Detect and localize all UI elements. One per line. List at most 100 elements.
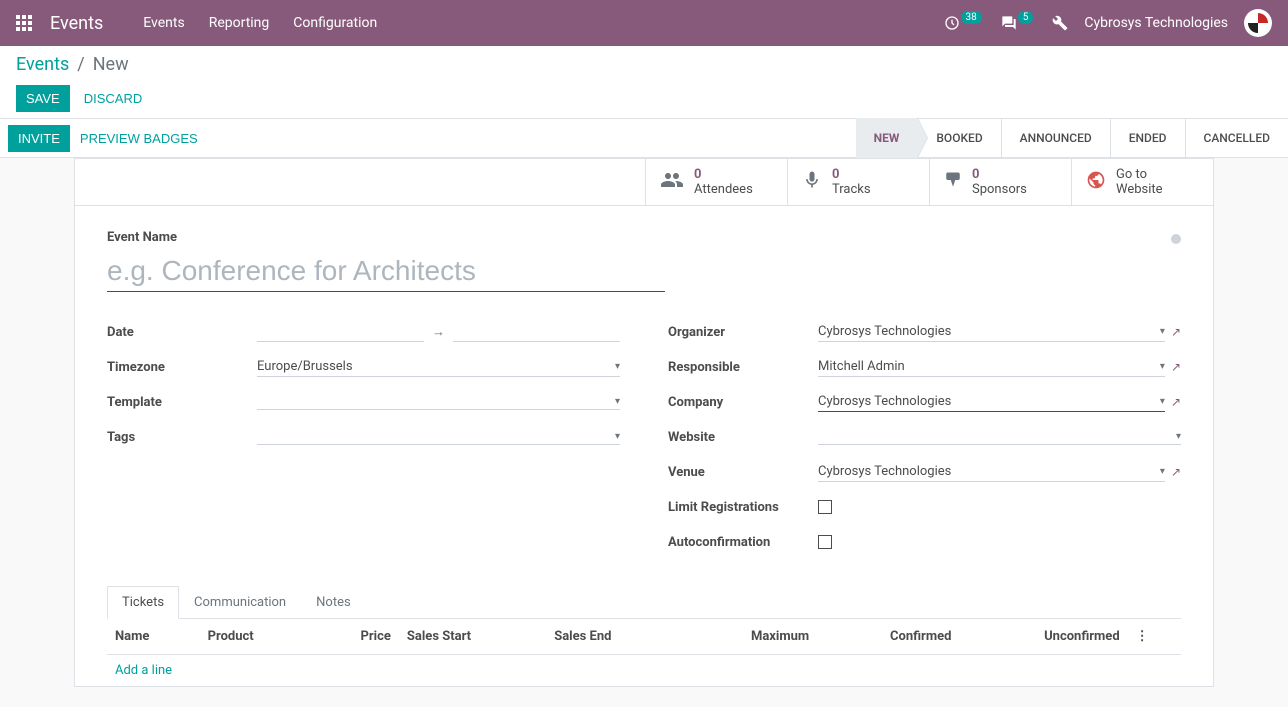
col-name[interactable]: Name bbox=[107, 619, 200, 655]
tab-tickets[interactable]: Tickets bbox=[107, 586, 179, 619]
status-cancelled[interactable]: CANCELLED bbox=[1185, 118, 1288, 158]
add-line-link[interactable]: Add a line bbox=[115, 663, 172, 678]
kanban-state-icon[interactable] bbox=[1171, 234, 1181, 244]
col-product[interactable]: Product bbox=[200, 619, 314, 655]
apps-icon[interactable] bbox=[16, 15, 32, 31]
top-menu: Events Reporting Configuration bbox=[143, 15, 377, 31]
tracks-count: 0 bbox=[832, 167, 871, 182]
tickets-table: Name Product Price Sales Start Sales End… bbox=[107, 619, 1181, 686]
activity-icon[interactable]: 38 bbox=[944, 15, 985, 31]
stat-sponsors[interactable]: 0 Sponsors bbox=[929, 159, 1071, 205]
status-booked[interactable]: BOOKED bbox=[917, 118, 1000, 158]
stat-attendees[interactable]: 0 Attendees bbox=[645, 159, 787, 205]
responsible-external-icon[interactable]: ↗ bbox=[1171, 360, 1181, 374]
timezone-select[interactable]: Europe/Brussels ▾ bbox=[257, 357, 620, 377]
date-label: Date bbox=[107, 325, 257, 340]
venue-select[interactable]: Cybrosys Technologies▾ bbox=[818, 462, 1165, 482]
tracks-icon bbox=[802, 170, 822, 194]
venue-label: Venue bbox=[668, 465, 818, 480]
col-sales-end[interactable]: Sales End bbox=[546, 619, 681, 655]
messages-badge: 5 bbox=[1018, 11, 1034, 24]
tab-notes[interactable]: Notes bbox=[301, 586, 366, 619]
venue-external-icon[interactable]: ↗ bbox=[1171, 465, 1181, 479]
caret-down-icon: ▾ bbox=[1176, 431, 1181, 442]
website-select[interactable]: ▾ bbox=[818, 429, 1181, 445]
status-new[interactable]: NEW bbox=[856, 118, 918, 158]
control-bar: Events / New SAVE DISCARD bbox=[0, 46, 1288, 112]
event-name-input[interactable] bbox=[107, 251, 665, 292]
form-buttons: SAVE DISCARD bbox=[16, 85, 1272, 112]
tracks-label: Tracks bbox=[832, 182, 871, 197]
menu-configuration[interactable]: Configuration bbox=[293, 15, 377, 31]
responsible-select[interactable]: Mitchell Admin ▾ bbox=[818, 357, 1165, 377]
sheet-wrap: 0 Attendees 0 Tracks 0 Spons bbox=[0, 158, 1288, 707]
website-line1: Go to bbox=[1116, 167, 1163, 182]
tab-communication[interactable]: Communication bbox=[179, 586, 301, 619]
venue-value: Cybrosys Technologies bbox=[818, 464, 951, 479]
caret-down-icon: ▾ bbox=[615, 431, 620, 442]
discard-button[interactable]: DISCARD bbox=[74, 85, 153, 112]
caret-down-icon: ▾ bbox=[1160, 361, 1165, 372]
template-select[interactable]: ▾ bbox=[257, 394, 620, 410]
col-confirmed[interactable]: Confirmed bbox=[817, 619, 959, 655]
tags-label: Tags bbox=[107, 430, 257, 445]
invite-button[interactable]: INVITE bbox=[8, 125, 70, 152]
responsible-value: Mitchell Admin bbox=[818, 359, 905, 374]
avatar[interactable] bbox=[1244, 9, 1272, 37]
company-external-icon[interactable]: ↗ bbox=[1171, 395, 1181, 409]
col-sales-start[interactable]: Sales Start bbox=[399, 619, 546, 655]
company-value: Cybrosys Technologies bbox=[818, 394, 951, 409]
activity-badge: 38 bbox=[961, 11, 982, 24]
limit-checkbox[interactable] bbox=[818, 500, 832, 514]
col-price[interactable]: Price bbox=[314, 619, 399, 655]
date-end-input[interactable] bbox=[453, 322, 620, 342]
status-announced[interactable]: ANNOUNCED bbox=[1001, 118, 1110, 158]
event-name-label: Event Name bbox=[107, 230, 1181, 245]
breadcrumb: Events / New bbox=[16, 54, 1272, 75]
website-line2: Website bbox=[1116, 182, 1163, 197]
messages-icon[interactable]: 5 bbox=[1001, 15, 1037, 31]
stat-website[interactable]: Go to Website bbox=[1071, 159, 1213, 205]
top-navbar: Events Events Reporting Configuration 38… bbox=[0, 0, 1288, 46]
status-ended[interactable]: ENDED bbox=[1110, 118, 1185, 158]
globe-icon bbox=[1086, 170, 1106, 194]
statusbar: NEW BOOKED ANNOUNCED ENDED CANCELLED bbox=[856, 118, 1288, 158]
caret-down-icon: ▾ bbox=[1160, 396, 1165, 407]
breadcrumb-sep: / bbox=[77, 54, 84, 75]
form-inner: Event Name Date → Timezone bbox=[75, 206, 1213, 575]
col-kebab[interactable]: ⋮ bbox=[1128, 619, 1181, 655]
autoconf-checkbox[interactable] bbox=[818, 535, 832, 549]
menu-reporting[interactable]: Reporting bbox=[209, 15, 270, 31]
sponsors-count: 0 bbox=[972, 167, 1027, 182]
date-start-input[interactable] bbox=[257, 322, 424, 342]
breadcrumb-root[interactable]: Events bbox=[16, 54, 69, 75]
company-select[interactable]: Cybrosys Technologies ▾ bbox=[818, 392, 1165, 412]
user-menu[interactable]: Cybrosys Technologies bbox=[1084, 15, 1228, 31]
preview-badges-button[interactable]: PREVIEW BADGES bbox=[70, 125, 208, 152]
caret-down-icon: ▾ bbox=[615, 361, 620, 372]
sponsors-icon bbox=[944, 171, 962, 193]
menu-events[interactable]: Events bbox=[143, 15, 184, 31]
organizer-select[interactable]: Cybrosys Technologies▾ bbox=[818, 322, 1165, 342]
organizer-value: Cybrosys Technologies bbox=[818, 324, 951, 339]
save-button[interactable]: SAVE bbox=[16, 85, 70, 112]
left-column: Date → Timezone Europe/Brussels ▾ bbox=[107, 320, 620, 565]
app-brand: Events bbox=[50, 13, 103, 34]
tabs-wrap: Tickets Communication Notes Name Product… bbox=[75, 575, 1213, 686]
breadcrumb-current: New bbox=[93, 54, 129, 75]
col-unconfirmed[interactable]: Unconfirmed bbox=[959, 619, 1127, 655]
stat-buttons: 0 Attendees 0 Tracks 0 Spons bbox=[75, 159, 1213, 206]
responsible-label: Responsible bbox=[668, 360, 818, 375]
right-column: Organizer Cybrosys Technologies ▾ ↗ Respo… bbox=[668, 320, 1181, 565]
timezone-label: Timezone bbox=[107, 360, 257, 375]
organizer-label: Organizer bbox=[668, 325, 818, 340]
organizer-external-icon[interactable]: ↗ bbox=[1171, 325, 1181, 339]
debug-icon[interactable] bbox=[1052, 15, 1068, 31]
col-maximum[interactable]: Maximum bbox=[681, 619, 817, 655]
autoconf-label: Autoconfirmation bbox=[668, 535, 818, 550]
fields-grid: Date → Timezone Europe/Brussels ▾ bbox=[107, 320, 1181, 565]
attendees-count: 0 bbox=[694, 167, 753, 182]
stat-tracks[interactable]: 0 Tracks bbox=[787, 159, 929, 205]
navbar-right: 38 5 Cybrosys Technologies bbox=[944, 9, 1273, 37]
tags-select[interactable]: ▾ bbox=[257, 429, 620, 445]
